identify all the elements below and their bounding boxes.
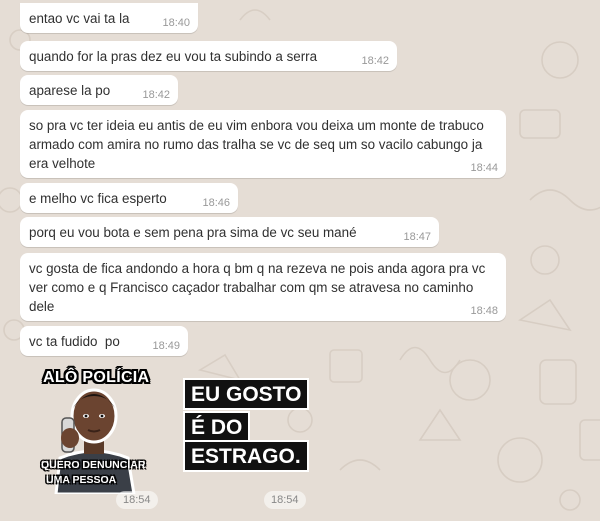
message-time: 18:48 [470, 305, 498, 317]
message-text: aparese la po [29, 83, 111, 98]
eu-gosto-do-estrago-sticker[interactable]: EU GOSTO É DO ESTRAGO. [183, 378, 310, 473]
message-text: entao vc vai ta la [29, 11, 130, 26]
sticker-line-3: ESTRAGO. [183, 440, 309, 472]
message-bubble[interactable]: entao vc vai ta la 18:40 [20, 3, 198, 33]
sticker-time: 18:54 [264, 491, 306, 509]
hoodie-shape [54, 449, 136, 496]
message-text: quando for la pras dez eu vou ta subindo… [29, 49, 318, 64]
sticker-line-1: EU GOSTO [183, 378, 310, 410]
boy-face [70, 388, 118, 444]
message-time: 18:40 [162, 17, 190, 29]
sticker-top-text: ALÔ POLÍCIA [43, 369, 150, 386]
message-text: so pra vc ter ideia eu antis de eu vim e… [29, 118, 488, 171]
message-time: 18:42 [361, 55, 389, 67]
alo-policia-sticker[interactable]: ALÔ POLÍCIA QUERO DENUNCIAR UMA PESSOA [38, 366, 150, 496]
message-time: 18:44 [470, 162, 498, 174]
message-bubble[interactable]: porq eu vou bota e sem pena pra sima de … [20, 217, 439, 247]
message-time: 18:42 [142, 89, 170, 101]
message-time: 18:46 [202, 197, 230, 209]
sticker-line-2: É DO [183, 411, 251, 443]
message-bubble[interactable]: vc ta fudido po 18:49 [20, 326, 188, 356]
message-text: porq eu vou bota e sem pena pra sima de … [29, 225, 357, 240]
message-bubble[interactable]: so pra vc ter ideia eu antis de eu vim e… [20, 110, 506, 178]
message-bubble[interactable]: vc gosta de fica andondo a hora q bm q n… [20, 253, 506, 321]
message-bubble[interactable]: quando for la pras dez eu vou ta subindo… [20, 41, 397, 71]
sticker-time: 18:54 [116, 491, 158, 509]
sticker-bottom-line1: QUERO DENUNCIAR [41, 459, 146, 471]
message-bubble[interactable]: e melho vc fica esperto 18:46 [20, 183, 238, 213]
message-time: 18:49 [152, 340, 180, 352]
message-text: e melho vc fica esperto [29, 191, 167, 206]
message-text: vc gosta de fica andondo a hora q bm q n… [29, 261, 490, 314]
sticker-bottom-line2: UMA PESSOA [46, 474, 117, 486]
message-time: 18:47 [403, 231, 431, 243]
message-text: vc ta fudido po [29, 334, 120, 349]
message-bubble[interactable]: aparese la po 18:42 [20, 75, 178, 105]
